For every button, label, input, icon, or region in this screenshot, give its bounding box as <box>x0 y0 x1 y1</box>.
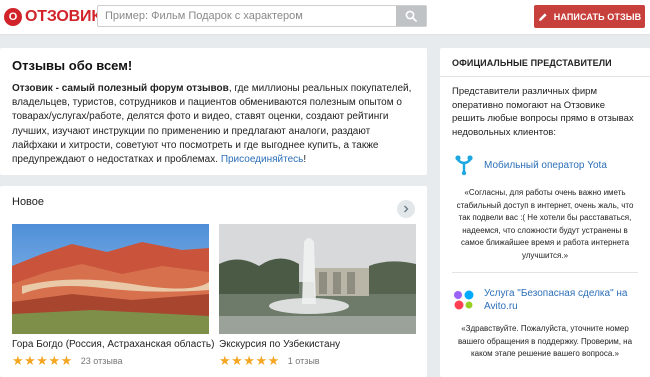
rep-item[interactable]: Мобильный оператор Yota <box>452 153 638 177</box>
logo-text: ОТЗОВИК <box>25 8 101 25</box>
logo[interactable]: О ОТЗОВИК <box>4 8 101 26</box>
new-item[interactable]: Гора Богдо (Россия, Астраханская область… <box>12 224 215 367</box>
new-item-caption: Гора Богдо (Россия, Астраханская область… <box>12 339 215 350</box>
search-button[interactable] <box>396 6 426 26</box>
review-count[interactable]: 1 отзыв <box>288 356 320 366</box>
write-review-label: НАПИСАТЬ ОТЗЫВ <box>553 11 642 22</box>
rating: ★★★★★ 1 отзыв <box>219 354 416 367</box>
next-arrow-button[interactable] <box>397 200 415 218</box>
reps-title: ОФИЦИАЛЬНЫЕ ПРЕДСТАВИТЕЛИ <box>452 58 612 68</box>
rating-stars: ★★★★★ <box>12 353 73 368</box>
new-item[interactable]: Экскурсия по Узбекистану ★★★★★ 1 отзыв <box>219 224 416 367</box>
yota-icon <box>452 153 476 177</box>
rep-quote: «Здравствуйте. Пожалуйста, уточните номе… <box>457 324 633 358</box>
search-box <box>97 5 427 27</box>
divider <box>440 76 650 77</box>
intro-body: , где миллионы реальных покупателей, вла… <box>12 83 412 166</box>
rep-quote: «Согласны, для работы очень важно иметь … <box>456 188 634 260</box>
rep-name-link[interactable]: Услуга "Безопасная сделка" на Avito.ru <box>484 287 638 313</box>
new-section-title: Новое <box>12 196 45 208</box>
intro-lead: Отзовик - самый полезный форум отзывов <box>12 83 229 94</box>
chevron-right-icon <box>404 205 409 213</box>
pencil-icon <box>538 12 547 21</box>
logo-icon: О <box>4 8 22 26</box>
top-bar: О ОТЗОВИК НАПИСАТЬ ОТЗЫВ <box>0 0 650 35</box>
join-link[interactable]: Присоединяйтесь <box>221 154 304 165</box>
review-count[interactable]: 23 отзыва <box>81 356 123 366</box>
rating: ★★★★★ 23 отзыва <box>12 354 209 367</box>
avito-icon <box>452 288 476 312</box>
reps-description: Представители различных фирм оперативно … <box>452 86 634 138</box>
new-item-caption: Экскурсия по Узбекистану <box>219 339 341 350</box>
join-tail: ! <box>303 154 307 166</box>
rep-item[interactable]: Услуга "Безопасная сделка" на Avito.ru <box>452 287 638 313</box>
write-review-button[interactable]: НАПИСАТЬ ОТЗЫВ <box>534 5 645 28</box>
intro-text: Отзовик - самый полезный форум отзывов, … <box>12 82 415 167</box>
divider <box>452 272 638 273</box>
intro-card: Отзывы обо всем! Отзовик - самый полезны… <box>0 48 427 175</box>
search-icon <box>405 10 417 22</box>
search-input[interactable] <box>98 6 394 26</box>
rep-name-link[interactable]: Мобильный оператор Yota <box>484 159 607 172</box>
official-reps-card: ОФИЦИАЛЬНЫЕ ПРЕДСТАВИТЕЛИ Представители … <box>440 48 650 377</box>
fountain-photo[interactable] <box>219 224 416 334</box>
mountain-photo[interactable] <box>12 224 209 334</box>
rating-stars: ★★★★★ <box>219 353 280 368</box>
intro-title: Отзывы обо всем! <box>12 58 133 73</box>
